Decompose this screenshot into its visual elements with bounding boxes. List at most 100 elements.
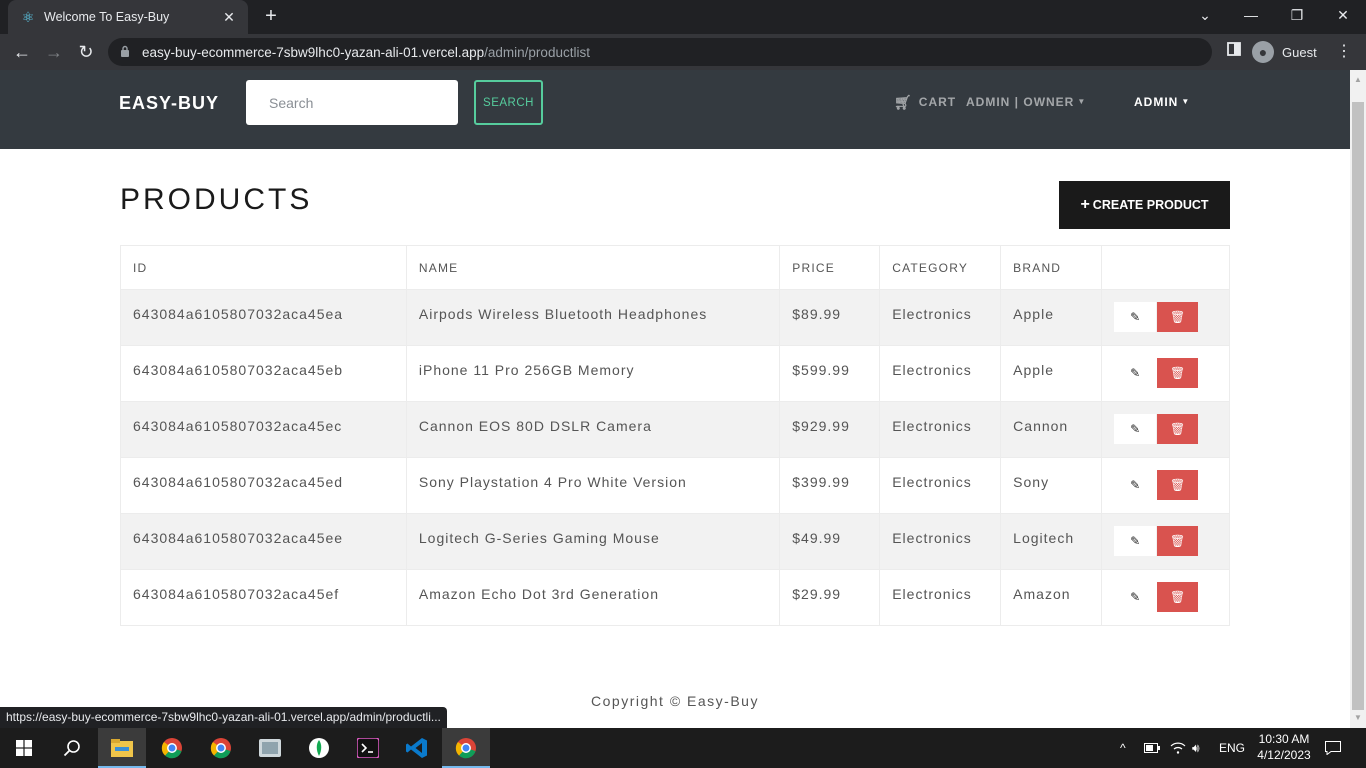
product-price: $89.99 bbox=[779, 289, 881, 346]
profile-button[interactable]: ● Guest bbox=[1252, 39, 1317, 65]
delete-product-button[interactable]: 🗑︎ bbox=[1157, 470, 1199, 500]
create-product-label: CREATE PRODUCT bbox=[1092, 198, 1209, 212]
tab-search-icon[interactable]: ⌄ bbox=[1182, 0, 1228, 30]
table-header-row: ID NAME PRICE CATEGORY BRAND bbox=[120, 245, 1230, 290]
row-actions: ✎ 🗑︎ bbox=[1101, 345, 1230, 402]
wifi-icon[interactable] bbox=[1170, 728, 1186, 768]
mongodb-compass-icon[interactable] bbox=[295, 728, 343, 768]
browser-toolbar: ← → ↻ easy-buy-ecommerce-7sbw9lhc0-yazan… bbox=[0, 34, 1366, 70]
trash-icon: 🗑︎ bbox=[1170, 590, 1186, 604]
edit-icon: ✎ bbox=[1130, 366, 1141, 380]
url-host: easy-buy-ecommerce-7sbw9lhc0-yazan-ali-0… bbox=[142, 44, 485, 60]
language-indicator[interactable]: ENG bbox=[1219, 728, 1245, 768]
minimize-icon[interactable]: — bbox=[1228, 0, 1274, 30]
product-id: 643084a6105807032aca45eb bbox=[120, 345, 407, 402]
edit-product-button[interactable]: ✎ bbox=[1114, 358, 1157, 388]
new-tab-button[interactable]: + bbox=[260, 5, 282, 27]
user-dropdown-label: ADMIN | OWNER bbox=[966, 95, 1075, 109]
product-price: $929.99 bbox=[779, 401, 881, 458]
address-bar[interactable]: easy-buy-ecommerce-7sbw9lhc0-yazan-ali-0… bbox=[108, 38, 1212, 66]
cart-icon: 🛒︎ bbox=[894, 94, 913, 110]
caret-down-icon: ▼ bbox=[1077, 97, 1087, 106]
scrollbar-thumb[interactable] bbox=[1352, 102, 1364, 710]
terminal-icon[interactable] bbox=[344, 728, 392, 768]
scroll-down-arrow-icon[interactable]: ▼ bbox=[1350, 710, 1366, 726]
tab-close-icon[interactable]: ✕ bbox=[220, 9, 238, 26]
windows-start-icon[interactable] bbox=[0, 728, 48, 768]
taskbar-clock[interactable]: 10:30 AM 4/12/2023 bbox=[1252, 731, 1316, 763]
side-panel-icon[interactable] bbox=[1224, 40, 1244, 64]
status-bar-url: https://easy-buy-ecommerce-7sbw9lhc0-yaz… bbox=[0, 707, 447, 728]
restore-icon[interactable]: ❐ bbox=[1274, 0, 1320, 30]
row-actions: ✎ 🗑︎ bbox=[1101, 289, 1230, 346]
column-header-category: CATEGORY bbox=[879, 245, 1002, 290]
product-brand: Apple bbox=[1000, 345, 1103, 402]
notifications-icon[interactable] bbox=[1325, 728, 1341, 768]
search-button[interactable]: SEARCH bbox=[474, 80, 543, 125]
table-row: 643084a6105807032aca45ec Cannon EOS 80D … bbox=[120, 401, 1230, 458]
delete-product-button[interactable]: 🗑︎ bbox=[1157, 302, 1199, 332]
delete-product-button[interactable]: 🗑︎ bbox=[1157, 526, 1199, 556]
product-name: Airpods Wireless Bluetooth Headphones bbox=[405, 289, 781, 346]
product-category: Electronics bbox=[879, 345, 1002, 402]
edit-product-button[interactable]: ✎ bbox=[1114, 526, 1157, 556]
photos-app-icon[interactable] bbox=[246, 728, 294, 768]
admin-dropdown[interactable]: ADMIN ▼ bbox=[1134, 94, 1190, 110]
reload-icon[interactable]: ↻ bbox=[74, 40, 98, 64]
delete-product-button[interactable]: 🗑︎ bbox=[1157, 414, 1199, 444]
product-id: 643084a6105807032aca45ee bbox=[120, 513, 407, 570]
product-brand: Logitech bbox=[1000, 513, 1103, 570]
admin-dropdown-label: ADMIN bbox=[1134, 95, 1179, 109]
product-brand: Sony bbox=[1000, 457, 1103, 514]
edit-product-button[interactable]: ✎ bbox=[1114, 470, 1157, 500]
user-dropdown[interactable]: ADMIN | OWNER ▼ bbox=[966, 94, 1086, 110]
product-category: Electronics bbox=[879, 569, 1002, 626]
product-name: iPhone 11 Pro 256GB Memory bbox=[405, 345, 781, 402]
product-brand: Cannon bbox=[1000, 401, 1103, 458]
browser-menu-icon[interactable]: ⋮ bbox=[1336, 40, 1352, 64]
cart-link[interactable]: 🛒︎ CART bbox=[894, 94, 956, 110]
forward-icon[interactable]: → bbox=[42, 40, 66, 64]
table-row: 643084a6105807032aca45ee Logitech G-Seri… bbox=[120, 513, 1230, 570]
edit-product-button[interactable]: ✎ bbox=[1114, 414, 1157, 444]
chrome-icon[interactable] bbox=[197, 728, 245, 768]
edit-product-button[interactable]: ✎ bbox=[1114, 582, 1157, 612]
edit-product-button[interactable]: ✎ bbox=[1114, 302, 1157, 332]
search-input[interactable] bbox=[246, 80, 458, 125]
column-header-brand: BRAND bbox=[1000, 245, 1103, 290]
scroll-up-arrow-icon[interactable]: ▲ bbox=[1350, 72, 1366, 88]
product-brand: Amazon bbox=[1000, 569, 1103, 626]
column-header-actions bbox=[1101, 245, 1230, 290]
clock-time: 10:30 AM bbox=[1258, 732, 1310, 746]
battery-icon[interactable] bbox=[1144, 728, 1160, 768]
taskbar-search-icon[interactable] bbox=[48, 728, 96, 768]
table-row: 643084a6105807032aca45ea Airpods Wireles… bbox=[120, 289, 1230, 346]
product-name: Cannon EOS 80D DSLR Camera bbox=[405, 401, 781, 458]
delete-product-button[interactable]: 🗑︎ bbox=[1157, 582, 1199, 612]
browser-tab[interactable]: ⚛ Welcome To Easy-Buy ✕ bbox=[8, 0, 248, 34]
product-price: $399.99 bbox=[779, 457, 881, 514]
volume-icon[interactable]: 🔊︎ bbox=[1192, 728, 1200, 768]
delete-product-button[interactable]: 🗑︎ bbox=[1157, 358, 1199, 388]
window-close-icon[interactable]: ✕ bbox=[1320, 0, 1366, 30]
brand-logo[interactable]: EASY-BUY bbox=[119, 92, 219, 114]
create-product-button[interactable]: + CREATE PRODUCT bbox=[1059, 181, 1230, 229]
back-icon[interactable]: ← bbox=[10, 40, 34, 64]
chrome-active-icon[interactable] bbox=[442, 728, 490, 768]
product-category: Electronics bbox=[879, 401, 1002, 458]
trash-icon: 🗑︎ bbox=[1170, 534, 1186, 548]
products-table: ID NAME PRICE CATEGORY BRAND 643084a6105… bbox=[120, 245, 1230, 626]
row-actions: ✎ 🗑︎ bbox=[1101, 513, 1230, 570]
column-header-id: ID bbox=[120, 245, 407, 290]
file-explorer-icon[interactable] bbox=[98, 728, 146, 768]
site-navbar: EASY-BUY SEARCH 🛒︎ CART ADMIN | OWNER ▼ … bbox=[0, 70, 1350, 149]
trash-icon: 🗑︎ bbox=[1170, 366, 1186, 380]
profile-name: Guest bbox=[1282, 44, 1317, 60]
chrome-profile-icon[interactable] bbox=[148, 728, 196, 768]
vscode-icon[interactable] bbox=[393, 728, 441, 768]
caret-down-icon: ▼ bbox=[1181, 97, 1191, 106]
product-id: 643084a6105807032aca45ea bbox=[120, 289, 407, 346]
show-hidden-icons-icon[interactable]: ^ bbox=[1120, 728, 1126, 768]
column-header-price: PRICE bbox=[779, 245, 881, 290]
column-header-name: NAME bbox=[405, 245, 781, 290]
